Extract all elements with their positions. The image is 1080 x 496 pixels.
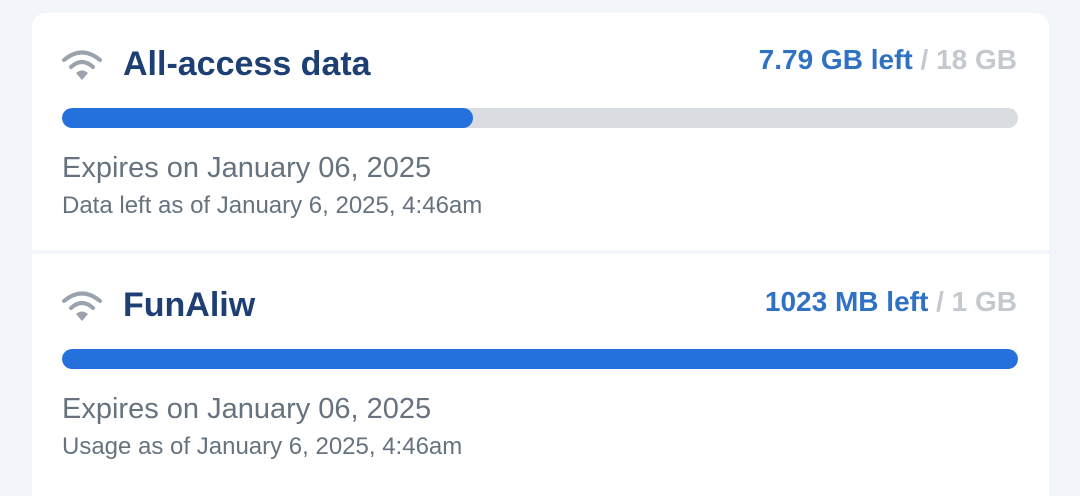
data-as-of-timestamp: Data left as of January 6, 2025, 4:46am — [62, 192, 483, 219]
data-usage-progress-fill — [62, 108, 474, 128]
data-as-of-timestamp: Usage as of January 6, 2025, 4:46am — [62, 433, 463, 460]
plan-card-all-access[interactable]: All-access data 7.79 GB left / 18 GB Exp… — [32, 13, 1049, 250]
data-remaining-summary: 7.79 GB left / 18 GB — [759, 44, 1017, 76]
expiry-date: Expires on January 06, 2025 — [62, 393, 432, 425]
data-usage-progress-fill — [62, 349, 1018, 369]
wifi-icon — [62, 291, 102, 321]
data-total: 18 GB — [936, 44, 1017, 75]
data-usage-progress-bar — [62, 349, 1018, 369]
data-total: 1 GB — [951, 286, 1017, 317]
plan-title: FunAliw — [123, 286, 256, 324]
wifi-icon — [62, 50, 102, 80]
data-usage-progress-bar — [62, 108, 1018, 128]
expiry-date: Expires on January 06, 2025 — [62, 152, 432, 184]
data-remaining-summary: 1023 MB left / 1 GB — [765, 286, 1017, 318]
plan-title: All-access data — [123, 45, 371, 83]
data-plans-panel: All-access data 7.79 GB left / 18 GB Exp… — [32, 13, 1049, 496]
data-remaining: 7.79 GB left — [758, 44, 913, 75]
amount-separator: / — [936, 286, 944, 317]
plan-card-funaliw[interactable]: FunAliw 1023 MB left / 1 GB Expires on J… — [32, 254, 1049, 496]
amount-separator: / — [920, 44, 929, 75]
data-remaining: 1023 MB left — [764, 286, 929, 317]
